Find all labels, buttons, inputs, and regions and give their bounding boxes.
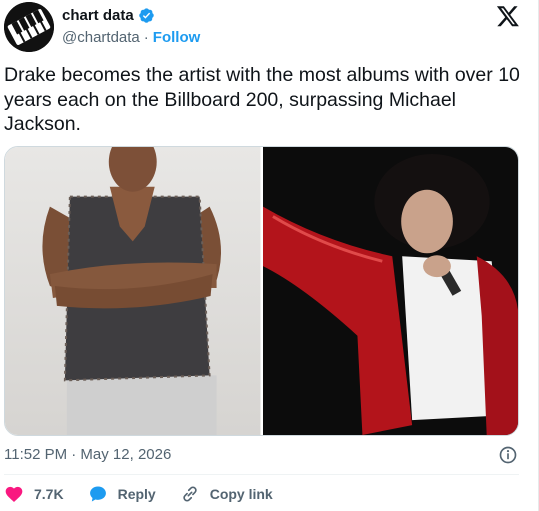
tweet-timestamp[interactable]: 11:52 PM · May 12, 2026	[4, 446, 171, 463]
like-button[interactable]: 7.7K	[4, 484, 64, 504]
divider	[4, 474, 519, 475]
display-name[interactable]: chart data	[62, 7, 134, 24]
separator: ·	[143, 29, 149, 46]
x-logo-icon[interactable]	[496, 4, 520, 28]
tweet-card: chart data @chartdata · Follow Drake bec…	[0, 0, 539, 511]
link-icon	[183, 486, 197, 502]
tweet-text: Drake becomes the artist with the most a…	[4, 64, 520, 135]
speech-bubble-icon	[89, 486, 106, 502]
photo-man-in-knit-vest	[5, 147, 261, 435]
handle[interactable]: @chartdata	[62, 29, 140, 46]
verified-badge-icon	[138, 8, 154, 23]
media-grid	[4, 146, 519, 436]
copy-link-label: Copy link	[209, 486, 273, 502]
heart-icon	[5, 486, 23, 502]
avatar[interactable]	[4, 2, 54, 52]
reply-button[interactable]: Reply	[88, 484, 156, 504]
copy-link-button[interactable]: Copy link	[180, 484, 273, 504]
author-name-row: chart data	[62, 7, 155, 24]
piano-keys-logo-icon	[4, 2, 54, 52]
reply-label: Reply	[117, 486, 156, 502]
photo-performer-red-jacket	[262, 147, 518, 435]
info-icon[interactable]	[498, 445, 518, 465]
action-bar: 7.7K Reply Copy link	[4, 484, 297, 504]
media-image-michael-jackson[interactable]	[262, 147, 518, 435]
handle-row: @chartdata · Follow	[62, 29, 200, 46]
media-image-drake[interactable]	[5, 147, 261, 435]
like-count: 7.7K	[34, 486, 64, 502]
follow-button[interactable]: Follow	[153, 29, 201, 46]
